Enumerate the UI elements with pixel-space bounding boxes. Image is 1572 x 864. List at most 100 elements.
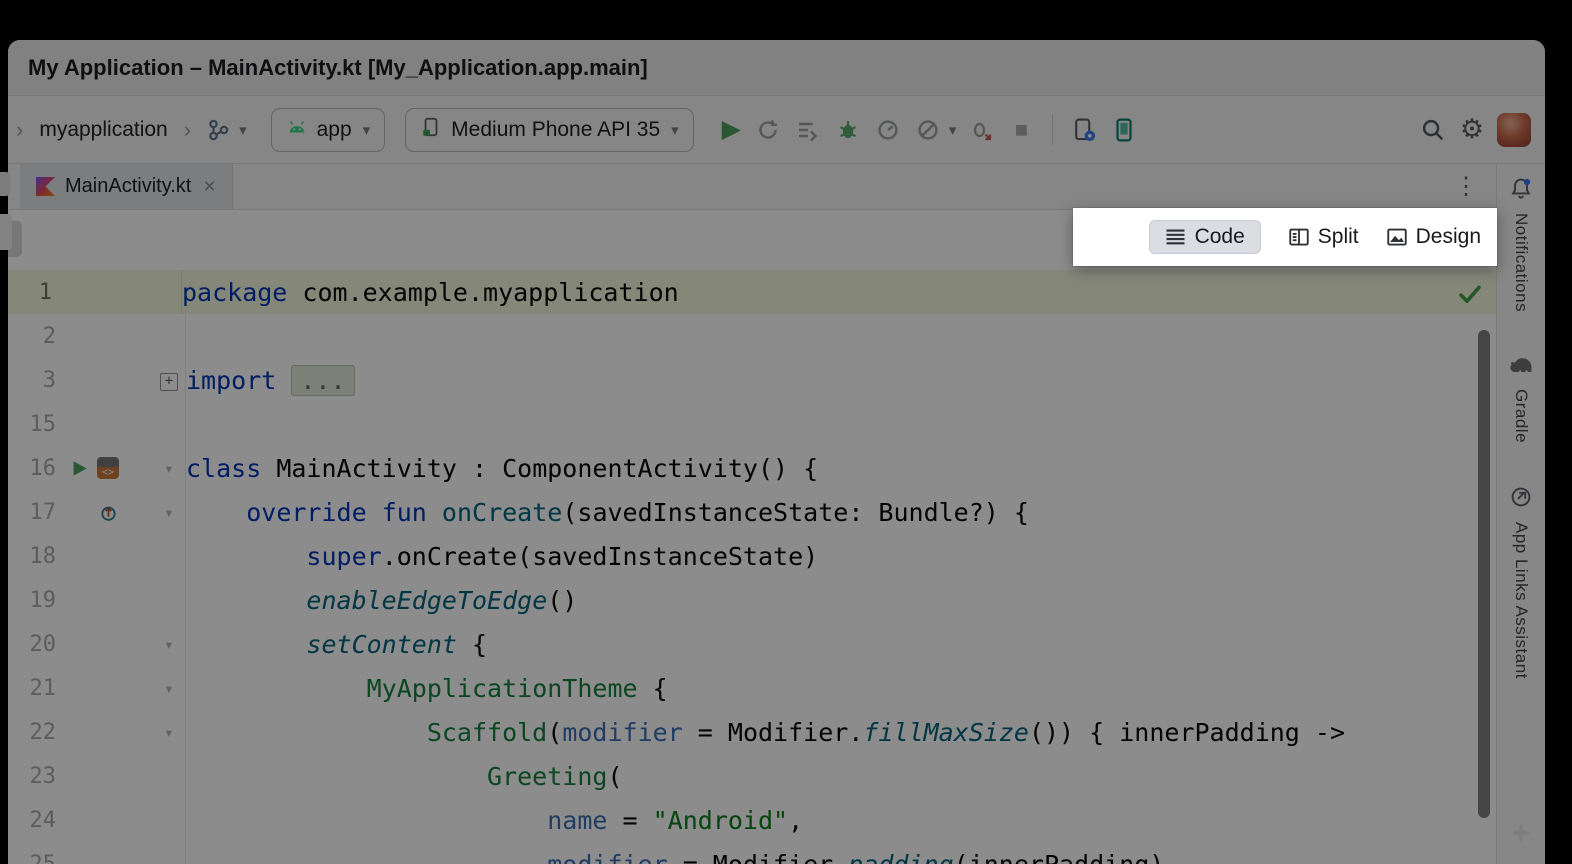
fold-collapse-icon[interactable]: ▾	[164, 503, 174, 522]
tab-close-icon[interactable]: ×	[203, 175, 215, 199]
code-text[interactable]: package com.example.myapplication	[182, 278, 679, 307]
mode-design-button[interactable]: Design	[1387, 225, 1481, 249]
inspection-status-icon[interactable]	[1458, 284, 1482, 308]
fold-collapse-icon[interactable]: ▾	[164, 679, 174, 698]
code-line-19[interactable]: 19 enableEdgeToEdge()	[8, 578, 1496, 622]
vcs-dropdown-caret-icon[interactable]: ▾	[239, 121, 247, 139]
attach-debugger-icon[interactable]	[966, 115, 996, 145]
code-text[interactable]: import ...	[186, 366, 355, 395]
code-text[interactable]: override fun onCreate(savedInstanceState…	[186, 498, 1029, 527]
gutter[interactable]: 20 ▾	[8, 622, 186, 666]
profiler-icon[interactable]	[873, 115, 903, 145]
code-text[interactable]: modifier = Modifier.padding(innerPadding…	[186, 850, 1164, 864]
stop-button[interactable]: ■	[1006, 115, 1036, 145]
gutter[interactable]: 2	[8, 314, 186, 358]
override-method-icon[interactable]	[99, 503, 118, 522]
line-number[interactable]: 16	[8, 456, 56, 481]
code-line-24[interactable]: 24 name = "Android",	[8, 798, 1496, 842]
running-devices-icon[interactable]	[1109, 115, 1139, 145]
line-number[interactable]: 3	[8, 368, 56, 393]
device-selector[interactable]: Medium Phone API 35 ▾	[405, 108, 694, 152]
gutter[interactable]: 1	[8, 270, 182, 314]
window-title: My Application – MainActivity.kt [My_App…	[28, 55, 648, 81]
code-text[interactable]: name = "Android",	[186, 806, 803, 835]
line-number[interactable]: 21	[8, 676, 56, 701]
gutter[interactable]: 22 ▾	[8, 710, 186, 754]
gradle-elephant-icon	[1508, 354, 1534, 381]
code-line-3[interactable]: 3+import ...	[8, 358, 1496, 402]
run-button[interactable]: ▶	[720, 117, 743, 142]
code-line-23[interactable]: 23 Greeting(	[8, 754, 1496, 798]
mode-split-button[interactable]: Split	[1289, 225, 1359, 249]
code-line-15[interactable]: 15	[8, 402, 1496, 446]
fold-collapse-icon[interactable]: ▾	[164, 723, 174, 742]
left-stripe-handle[interactable]	[0, 214, 12, 250]
settings-gear-icon[interactable]: ⚙	[1457, 115, 1487, 145]
line-number[interactable]: 25	[8, 852, 56, 864]
code-line-16[interactable]: 16 <> ▾ class MainActivity : ComponentActiv…	[8, 446, 1496, 490]
line-number[interactable]: 18	[8, 544, 56, 569]
device-manager-icon[interactable]	[1069, 115, 1099, 145]
code-text[interactable]: class MainActivity : ComponentActivity()…	[186, 454, 818, 483]
ai-sparkle-icon[interactable]	[1509, 821, 1533, 850]
gutter[interactable]: 19	[8, 578, 186, 622]
tab-mainactivity[interactable]: MainActivity.kt ×	[20, 164, 233, 209]
run-line-icon[interactable]	[70, 459, 89, 478]
code-line-20[interactable]: 20 ▾ setContent {	[8, 622, 1496, 666]
left-stripe-handle-top[interactable]	[0, 172, 10, 196]
line-number[interactable]: 2	[8, 324, 56, 349]
project-widget[interactable]: myapplication	[35, 116, 171, 144]
line-number[interactable]: 15	[8, 412, 56, 437]
line-number[interactable]: 23	[8, 764, 56, 789]
code-text[interactable]: setContent {	[186, 630, 487, 659]
gutter[interactable]: 15	[8, 402, 186, 446]
code-text[interactable]: MyApplicationTheme {	[186, 674, 668, 703]
code-text[interactable]: enableEdgeToEdge()	[186, 586, 577, 615]
gutter[interactable]: 23	[8, 754, 186, 798]
code-line-25[interactable]: 25 modifier = Modifier.padding(innerPadd…	[8, 842, 1496, 864]
fold-collapse-icon[interactable]: ▾	[164, 459, 174, 478]
gutter[interactable]: 21 ▾	[8, 666, 186, 710]
apply-code-changes-icon[interactable]	[793, 115, 823, 145]
code-text[interactable]: Greeting(	[186, 762, 623, 791]
gutter[interactable]: 18	[8, 534, 186, 578]
code-text[interactable]: super.onCreate(savedInstanceState)	[186, 542, 818, 571]
user-avatar[interactable]	[1497, 113, 1531, 147]
gutter[interactable]: 16 <> ▾	[8, 446, 186, 490]
gutter[interactable]: 25	[8, 842, 186, 864]
profile-low-overhead-icon[interactable]	[913, 115, 943, 145]
gutter[interactable]: 17 ▾	[8, 490, 186, 534]
vcs-branch-icon[interactable]	[203, 115, 233, 145]
mode-code-button[interactable]: Code	[1149, 220, 1261, 254]
code-line-1[interactable]: 1 package com.example.myapplication	[8, 270, 1496, 314]
code-line-22[interactable]: 22 ▾ Scaffold(modifier = Modifier.fillMax…	[8, 710, 1496, 754]
gutter[interactable]: 24	[8, 798, 186, 842]
code-line-17[interactable]: 17 ▾ override fun onCreate(savedInstanceS…	[8, 490, 1496, 534]
editor-scrollbar[interactable]	[1478, 330, 1490, 818]
code-lines[interactable]: 1package com.example.myapplication23+imp…	[8, 268, 1496, 864]
code-line-2[interactable]: 2	[8, 314, 1496, 358]
more-run-actions-caret-icon[interactable]: ▾	[949, 121, 957, 139]
sidebar-item-notifications[interactable]: Notifications	[1509, 176, 1533, 312]
search-everywhere-icon[interactable]	[1417, 115, 1447, 145]
tab-options-kebab-icon[interactable]: ⋮	[1436, 172, 1496, 201]
fold-collapse-icon[interactable]: ▾	[164, 635, 174, 654]
code-line-18[interactable]: 18 super.onCreate(savedInstanceState)	[8, 534, 1496, 578]
debug-icon[interactable]	[833, 115, 863, 145]
line-number[interactable]: 20	[8, 632, 56, 657]
code-editor[interactable]: 1package com.example.myapplication23+imp…	[8, 268, 1496, 864]
fold-expand-icon[interactable]: +	[160, 373, 178, 391]
code-text[interactable]: Scaffold(modifier = Modifier.fillMaxSize…	[186, 718, 1345, 747]
sidebar-item-app-links-assistant[interactable]: App Links Assistant	[1509, 485, 1533, 679]
line-number[interactable]: 24	[8, 808, 56, 833]
line-number[interactable]: 17	[8, 500, 56, 525]
sidebar-item-gradle[interactable]: Gradle	[1508, 354, 1534, 443]
run-config-selector[interactable]: app ▾	[271, 108, 386, 152]
gutter[interactable]: 3+	[8, 358, 186, 402]
activity-class-icon[interactable]: <>	[97, 457, 119, 479]
line-number[interactable]: 19	[8, 588, 56, 613]
code-line-21[interactable]: 21 ▾ MyApplicationTheme {	[8, 666, 1496, 710]
line-number[interactable]: 22	[8, 720, 56, 745]
apply-changes-icon[interactable]	[753, 115, 783, 145]
line-number[interactable]: 1	[8, 280, 52, 305]
